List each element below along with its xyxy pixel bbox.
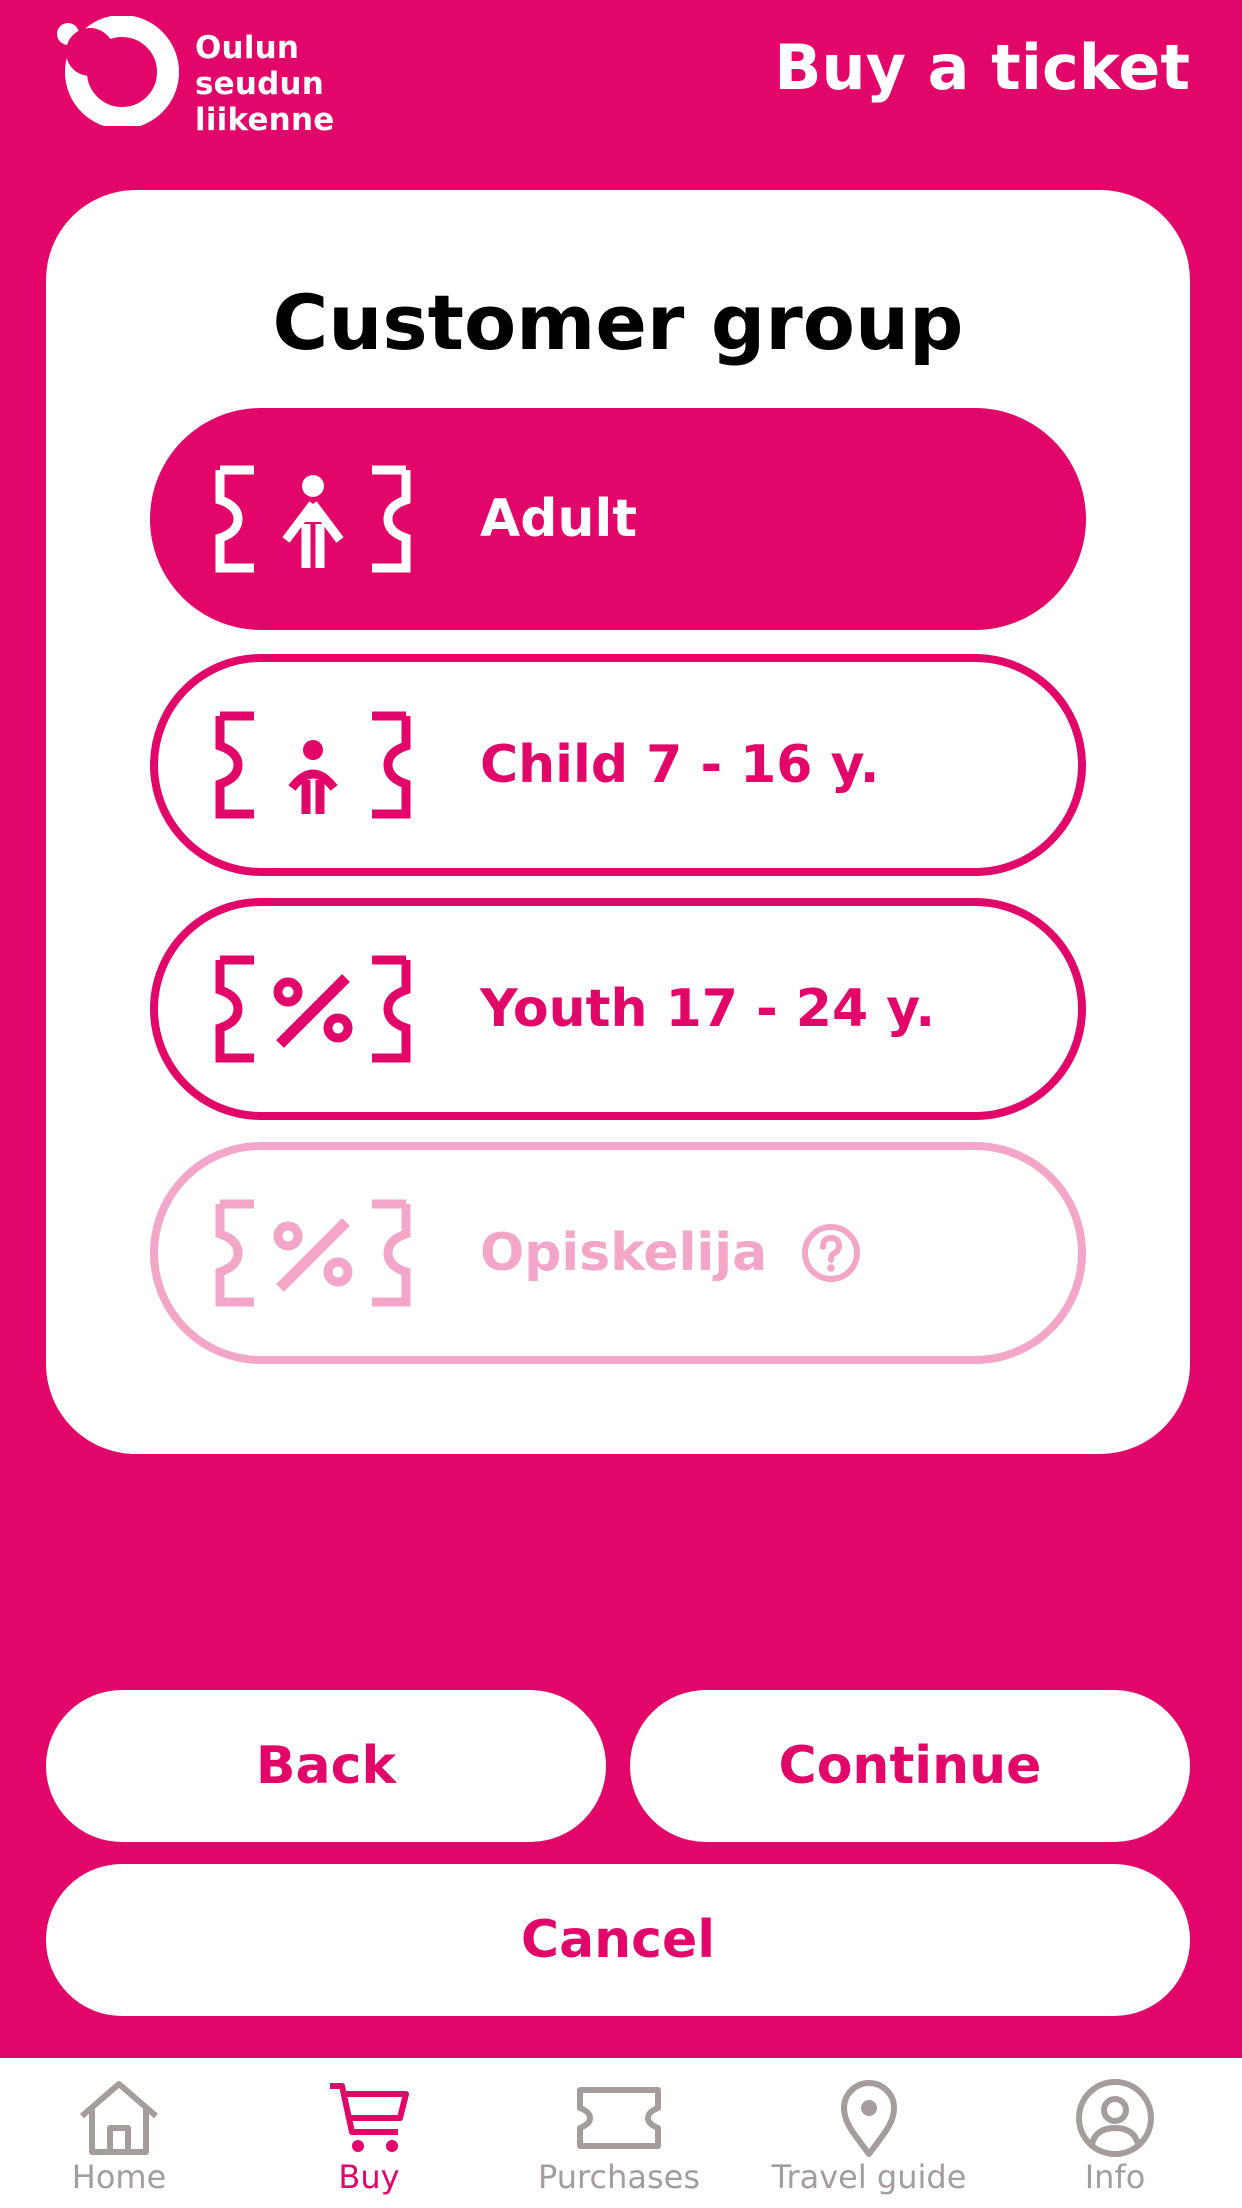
nav-label-home: Home	[71, 2158, 167, 2196]
brand-logo: Oulun seudun liikenne	[50, 16, 370, 138]
nav-label-info: Info	[1084, 2158, 1146, 2196]
ticket-adult-icon	[215, 465, 411, 573]
ticket-discount-icon	[215, 955, 411, 1063]
card-title: Customer group	[272, 278, 964, 367]
cart-icon	[330, 2083, 409, 2152]
ticket-child-icon	[215, 711, 411, 819]
option-youth[interactable]: Youth 17 - 24 y.	[150, 898, 1086, 1120]
brand-logo-icon	[57, 16, 179, 126]
question-circle-icon[interactable]	[801, 1223, 861, 1283]
home-icon	[80, 2081, 158, 2155]
map-pin-icon	[841, 2080, 897, 2157]
option-adult[interactable]: Adult	[150, 408, 1086, 630]
cancel-button[interactable]: Cancel	[46, 1864, 1190, 2016]
logo-line-2: seudun	[195, 66, 325, 102]
option-child-label: Child 7 - 16 y.	[480, 735, 880, 795]
continue-button[interactable]: Continue	[630, 1690, 1190, 1842]
option-student[interactable]: Opiskelija	[150, 1142, 1086, 1364]
option-student-label-wrap: Opiskelija	[480, 1150, 861, 1356]
nav-item-travel-guide[interactable]: Travel guide	[744, 2058, 994, 2208]
page-title: Buy a ticket	[774, 31, 1190, 104]
option-adult-label: Adult	[480, 489, 638, 549]
nav-label-travel-guide: Travel guide	[771, 2158, 967, 2196]
brand-logo-text: Oulun seudun liikenne	[195, 30, 334, 138]
nav-label-purchases: Purchases	[538, 2158, 700, 2196]
ticket-icon	[577, 2087, 661, 2149]
nav-label-buy: Buy	[338, 2158, 400, 2196]
screen: Oulun seudun liikenne Buy a ticket Custo…	[0, 0, 1242, 2208]
option-student-label: Opiskelija	[480, 1223, 768, 1283]
option-youth-label: Youth 17 - 24 y.	[480, 979, 936, 1039]
nav-item-home[interactable]: Home	[0, 2058, 244, 2208]
option-child[interactable]: Child 7 - 16 y.	[150, 654, 1086, 876]
logo-line-1: Oulun	[195, 30, 300, 66]
nav-item-info[interactable]: Info	[990, 2058, 1240, 2208]
logo-line-3: liikenne	[195, 102, 335, 138]
back-button[interactable]: Back	[46, 1690, 606, 1842]
user-circle-icon	[1076, 2079, 1154, 2157]
nav-item-buy[interactable]: Buy	[244, 2058, 494, 2208]
bottom-nav: Home Buy Purchases Travel guide Info	[0, 2058, 1242, 2208]
ticket-discount-icon	[215, 1199, 411, 1307]
nav-item-purchases[interactable]: Purchases	[494, 2058, 744, 2208]
customer-group-card: Customer group Adult Child 7 - 16 y. You…	[46, 190, 1190, 1454]
